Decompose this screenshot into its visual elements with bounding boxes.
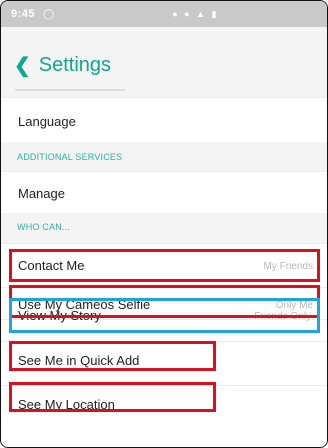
phone-frame: 9:45 ◯ ● ● ▲ ▮ ❮ Settings Language ADDIT…: [0, 0, 328, 448]
status-system-icons: ● ● ▲ ▮: [172, 8, 219, 19]
scrolled-text-fragment: [15, 89, 125, 91]
row-label: Manage: [18, 186, 65, 201]
row-label: Language: [18, 114, 76, 129]
page-title: Settings: [38, 54, 112, 76]
section-header-additional-services: ADDITIONAL SERVICES: [17, 152, 123, 162]
snapchat-ghost-icon: ◯: [43, 8, 55, 20]
section-header-who-can: WHO CAN...: [17, 222, 70, 232]
settings-row-manage[interactable]: Manage: [1, 171, 327, 213]
highlight-box-contact-me: [9, 249, 320, 282]
highlight-box-view-my-story: [9, 298, 320, 333]
settings-header: ❮ Settings: [1, 27, 327, 97]
highlight-box-location: [9, 382, 216, 412]
status-time: 9:45: [11, 8, 36, 20]
back-button[interactable]: ❮ Settings: [14, 53, 111, 78]
status-bar: 9:45 ◯ ● ● ▲ ▮: [1, 1, 327, 27]
settings-row-language[interactable]: Language: [1, 97, 327, 142]
chevron-left-icon: ❮: [14, 55, 31, 77]
highlight-box-quick-add: [9, 341, 216, 371]
